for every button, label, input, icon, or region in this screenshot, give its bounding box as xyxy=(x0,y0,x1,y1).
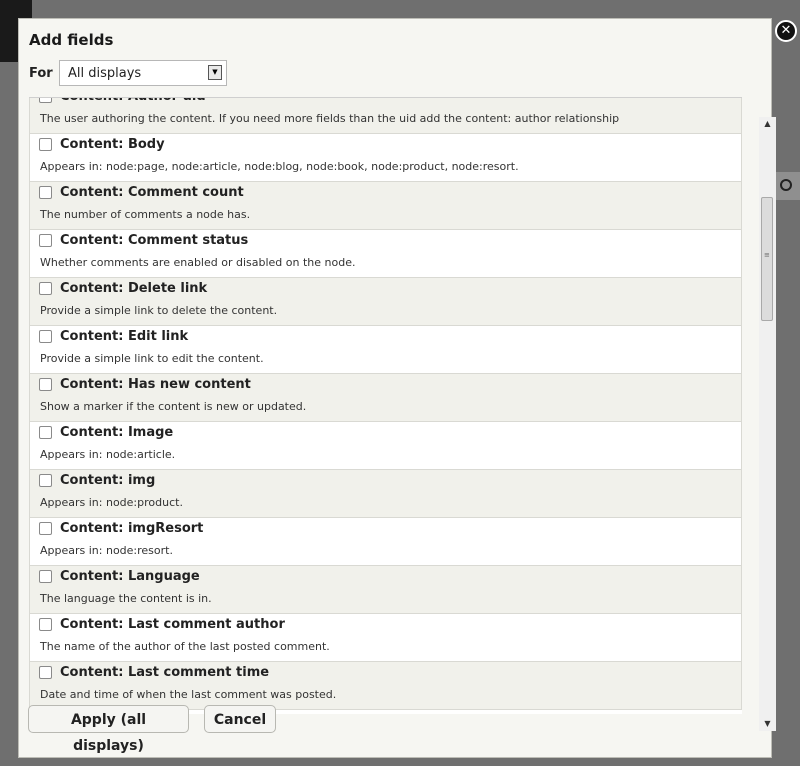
scrollbar[interactable]: ▲ ≡ ▼ xyxy=(759,117,776,731)
field-description: The number of comments a node has. xyxy=(40,208,251,221)
displays-select[interactable]: All displays ▼ xyxy=(59,60,227,86)
field-row[interactable]: Content: Last comment author The name of … xyxy=(29,614,742,662)
field-description: Show a marker if the content is new or u… xyxy=(40,400,307,413)
field-description: Appears in: node:product. xyxy=(40,496,183,509)
field-title[interactable]: Content: Last comment author xyxy=(60,617,285,632)
field-description: Appears in: node:resort. xyxy=(40,544,173,557)
field-title[interactable]: Content: Edit link xyxy=(60,329,188,344)
field-title[interactable]: Content: Delete link xyxy=(60,281,207,296)
field-description: Appears in: node:page, node:article, nod… xyxy=(40,160,519,173)
close-icon[interactable]: ✕ xyxy=(775,20,797,42)
field-row[interactable]: Content: Delete link Provide a simple lin… xyxy=(29,278,742,326)
field-checkbox[interactable] xyxy=(39,522,52,535)
field-description: Date and time of when the last comment w… xyxy=(40,688,337,701)
scrollbar-thumb[interactable]: ≡ xyxy=(761,197,773,321)
fields-list: Content: Author uid The user authoring th… xyxy=(29,97,742,714)
field-row[interactable]: Content: Image Appears in: node:article. xyxy=(29,422,742,470)
field-description: Provide a simple link to delete the cont… xyxy=(40,304,278,317)
field-description: Whether comments are enabled or disabled… xyxy=(40,256,356,269)
displays-select-value: All displays xyxy=(68,66,142,81)
field-checkbox[interactable] xyxy=(39,282,52,295)
field-checkbox[interactable] xyxy=(39,186,52,199)
field-checkbox[interactable] xyxy=(39,426,52,439)
field-row[interactable]: Content: Body Appears in: node:page, node… xyxy=(29,134,742,182)
field-checkbox[interactable] xyxy=(39,666,52,679)
chevron-down-icon[interactable]: ▼ xyxy=(208,65,222,80)
for-label: For xyxy=(29,66,53,81)
scroll-down-icon[interactable]: ▼ xyxy=(759,717,776,731)
field-row[interactable]: Content: img Appears in: node:product. xyxy=(29,470,742,518)
field-checkbox[interactable] xyxy=(39,234,52,247)
field-description: The language the content is in. xyxy=(40,592,212,605)
field-checkbox[interactable] xyxy=(39,570,52,583)
field-row[interactable]: Content: imgResort Appears in: node:resor… xyxy=(29,518,742,566)
field-title[interactable]: Content: Author uid xyxy=(60,98,206,104)
field-checkbox[interactable] xyxy=(39,378,52,391)
grip-icon: ≡ xyxy=(764,251,770,259)
field-row[interactable]: Content: Language The language the conten… xyxy=(29,566,742,614)
field-title[interactable]: Content: Image xyxy=(60,425,173,440)
scroll-up-icon[interactable]: ▲ xyxy=(759,117,776,131)
field-title[interactable]: Content: imgResort xyxy=(60,521,203,536)
field-title[interactable]: Content: Language xyxy=(60,569,200,584)
field-row[interactable]: Content: Edit link Provide a simple link … xyxy=(29,326,742,374)
field-checkbox[interactable] xyxy=(39,618,52,631)
search-icon xyxy=(772,172,800,200)
field-checkbox[interactable] xyxy=(39,98,52,103)
field-description: Appears in: node:article. xyxy=(40,448,176,461)
field-row[interactable]: Content: Comment count The number of comm… xyxy=(29,182,742,230)
field-title[interactable]: Content: Last comment time xyxy=(60,665,269,680)
field-title[interactable]: Content: Comment count xyxy=(60,185,244,200)
apply-all-displays-button[interactable]: Apply (all displays) xyxy=(28,705,189,754)
field-description: The name of the author of the last poste… xyxy=(40,640,330,653)
field-description: The user authoring the content. If you n… xyxy=(40,112,620,125)
cancel-button[interactable]: Cancel xyxy=(204,705,276,733)
field-title[interactable]: Content: Body xyxy=(60,137,165,152)
field-title[interactable]: Content: Comment status xyxy=(60,233,248,248)
field-row[interactable]: Content: Author uid The user authoring th… xyxy=(29,98,742,134)
add-fields-dialog: Add fields For All displays ▼ Content: A… xyxy=(18,18,776,758)
field-title[interactable]: Content: Has new content xyxy=(60,377,251,392)
field-checkbox[interactable] xyxy=(39,138,52,151)
field-description: Provide a simple link to edit the conten… xyxy=(40,352,264,365)
dialog-title: Add fields xyxy=(29,31,114,49)
field-row[interactable]: Content: Comment status Whether comments … xyxy=(29,230,742,278)
field-row[interactable]: Content: Has new content Show a marker if… xyxy=(29,374,742,422)
field-row[interactable]: Content: Last comment time Date and time … xyxy=(29,662,742,710)
field-checkbox[interactable] xyxy=(39,330,52,343)
field-title[interactable]: Content: img xyxy=(60,473,155,488)
field-checkbox[interactable] xyxy=(39,474,52,487)
